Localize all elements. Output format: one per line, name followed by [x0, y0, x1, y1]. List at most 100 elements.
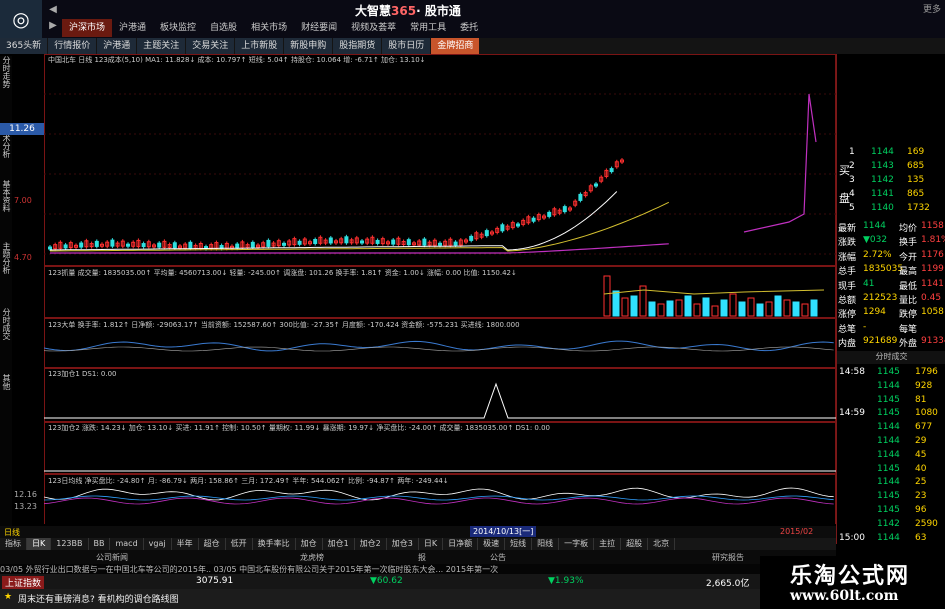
indicator-tab[interactable]: 指标	[0, 538, 27, 550]
indicator-tab[interactable]: 超仓	[199, 538, 226, 550]
top-nav-item[interactable]: 视频及荟萃	[344, 19, 403, 37]
indicator-tab[interactable]: 半年	[172, 538, 199, 550]
indicator-tab[interactable]: 超股	[621, 538, 649, 550]
stat-key: 今开	[899, 252, 918, 263]
kline-candle	[79, 242, 84, 248]
volume-bar	[783, 299, 791, 317]
alert-text[interactable]: 周末还有重磅消息? 看机构的调仓路线图	[18, 592, 179, 605]
ticks-header[interactable]: 分时成交	[837, 351, 945, 364]
stat-value: 1158	[921, 221, 944, 231]
indicator-tab[interactable]: 日净额	[443, 538, 479, 550]
alert-bar[interactable]: ★ 周末还有重磅消息? 看机构的调仓路线图	[0, 589, 760, 609]
indicator-tab[interactable]: 加仓1	[323, 538, 355, 550]
tick-row: 14:59 1145 1080	[837, 407, 945, 421]
indicator-tab[interactable]: 阳线	[532, 538, 560, 550]
news-tab-research[interactable]: 研究报告	[712, 552, 744, 563]
index-name[interactable]: 上证指数	[2, 576, 45, 589]
stat-key: 量比	[899, 296, 918, 306]
bid-row[interactable]: 2 1143 685	[837, 160, 945, 174]
tick-volume: 2590	[915, 518, 938, 529]
kline-candle	[126, 243, 130, 247]
kline-chart-canvas[interactable]	[44, 54, 836, 524]
volume-bar	[774, 295, 782, 317]
news-tab-report-short[interactable]: 报	[418, 552, 426, 563]
bid-level: 1	[849, 147, 855, 157]
stat-value: 1176	[921, 249, 944, 260]
kline-candle	[547, 211, 552, 217]
bid-row[interactable]: 1 1144 169	[837, 146, 945, 160]
top-nav-item[interactable]: 财经要闻	[294, 19, 344, 37]
bid-volume: 135	[907, 175, 925, 185]
tick-price: 1144	[877, 422, 900, 433]
sub-toolbar-item[interactable]: 上市新股	[235, 38, 284, 54]
news-tab-dragon[interactable]: 龙虎榜	[300, 552, 324, 563]
tick-row: 1144 25	[837, 476, 945, 490]
top-nav-item[interactable]: 板块监控	[153, 19, 203, 37]
tick-row: 14:58 1145 1796	[837, 366, 945, 380]
kline-candle	[375, 239, 380, 244]
news-tab-announcement[interactable]: 公告	[490, 552, 506, 563]
forward-icon[interactable]: ▶	[44, 18, 62, 34]
tick-row: 1145 96	[837, 504, 945, 518]
indicator-tab[interactable]: 短线	[505, 538, 533, 550]
bid-row[interactable]: 5 1140 1732	[837, 202, 945, 216]
sub-toolbar-item[interactable]: 365头新	[0, 38, 48, 54]
sub-toolbar-item[interactable]: 新股申购	[284, 38, 333, 54]
sub-toolbar-item[interactable]: 股指期货	[333, 38, 382, 54]
current-price-tag: 11.26	[0, 123, 44, 135]
indicator-tab[interactable]: 日K	[419, 538, 444, 550]
indicator-tab[interactable]: 日K	[27, 538, 52, 550]
indicator-tab[interactable]: 极速	[478, 538, 506, 550]
indicator-tab[interactable]: BB	[89, 538, 111, 550]
brand-product: · 股市通	[416, 4, 461, 18]
indicator-tab[interactable]: macd	[110, 538, 144, 550]
top-nav-item[interactable]: 委托	[453, 19, 485, 37]
indicator-tab[interactable]: 主拉	[594, 538, 622, 550]
top-nav-item[interactable]: 沪港通	[112, 19, 153, 37]
period-label[interactable]: 日线	[4, 527, 20, 538]
sub-toolbar-item[interactable]: 金牌招商	[431, 38, 480, 54]
left-tab[interactable]: 主题分析	[0, 242, 12, 274]
sub-toolbar-item[interactable]: 主题关注	[137, 38, 186, 54]
stat-value: 1.81%	[921, 235, 945, 246]
indicator-tab[interactable]: 北京	[648, 538, 676, 550]
app-logo-icon[interactable]: ◎	[0, 0, 42, 38]
top-nav-item[interactable]: 沪深市场	[62, 19, 113, 37]
indicator-tab[interactable]: 加仓3	[387, 538, 419, 550]
news-tab-company[interactable]: 公司新闻	[96, 552, 128, 563]
sub-toolbar-item[interactable]: 沪港通	[97, 38, 137, 54]
bid-row[interactable]: 3 1142 135	[837, 174, 945, 188]
top-nav: 沪深市场 沪港通 板块监控 自选股 相关市场 财经要闻 视频及荟萃 常用工具 委托	[62, 19, 485, 37]
bid-price: 1140	[871, 203, 894, 213]
sub-toolbar-item[interactable]: 交易关注	[186, 38, 235, 54]
right-tools: 更多	[923, 2, 941, 15]
volume-bar	[801, 303, 809, 317]
left-tab[interactable]: 分时走势	[0, 56, 12, 88]
more-button[interactable]: 更多	[923, 5, 941, 15]
left-tab[interactable]: 分时成交	[0, 308, 12, 340]
indicator-tab[interactable]: 低开	[226, 538, 253, 550]
left-tab[interactable]: 基本资料	[0, 180, 12, 212]
back-icon[interactable]: ◀	[44, 2, 62, 18]
indicator-tab[interactable]: 123BB	[51, 538, 89, 550]
top-nav-item[interactable]: 常用工具	[403, 19, 453, 37]
volume-bar	[603, 275, 611, 317]
bid-row[interactable]: 4 1141 865	[837, 188, 945, 202]
bid-level: 3	[849, 175, 855, 185]
kline-candle	[94, 240, 99, 247]
kline-candle	[360, 240, 364, 244]
indicator-tab[interactable]: 加仓	[296, 538, 323, 550]
left-tab[interactable]: 其他	[0, 374, 12, 390]
indicator-tab[interactable]: 换手率比	[253, 538, 296, 550]
indicator-tab[interactable]: 一字板	[559, 538, 595, 550]
indicator-tab[interactable]: 加仓2	[355, 538, 387, 550]
chart-area[interactable]	[44, 54, 836, 524]
sub-toolbar-item[interactable]: 行情报价	[48, 38, 97, 54]
top-nav-item[interactable]: 自选股	[203, 19, 244, 37]
tick-price: 1145	[877, 367, 900, 377]
indicator-tab[interactable]: vgaj	[144, 538, 172, 550]
top-nav-item[interactable]: 相关市场	[244, 19, 294, 37]
volume-bar	[666, 300, 674, 317]
stat-value: 0.45	[921, 293, 942, 303]
sub-toolbar-item[interactable]: 股市日历	[382, 38, 431, 54]
